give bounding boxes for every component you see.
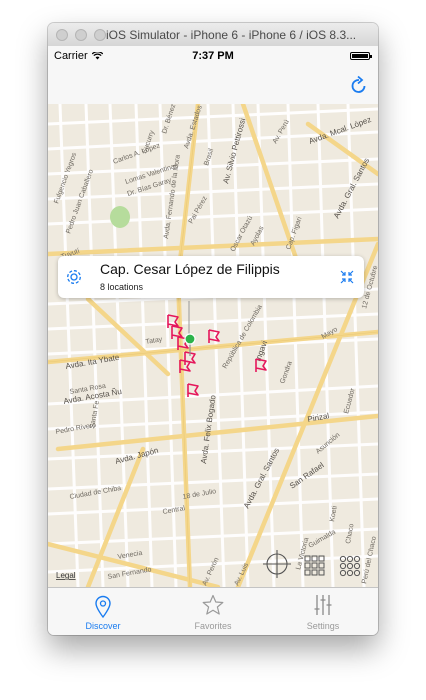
tab-label: Settings [306, 621, 340, 631]
tab-discover[interactable]: Discover [48, 588, 158, 635]
callout-subtitle: 8 locations [100, 282, 144, 292]
park-area [110, 206, 130, 228]
minimize-window-button[interactable] [75, 29, 87, 41]
zoom-window-button[interactable] [94, 29, 106, 41]
tab-bar: Discover Favorites Settings [48, 587, 378, 635]
clock-label: 7:37 PM [192, 50, 234, 62]
gear-icon[interactable] [64, 267, 84, 287]
user-location-icon[interactable] [184, 333, 196, 345]
map-view[interactable]: Carlos A. López Sucurry Lomas Valentinas… [48, 104, 378, 587]
navigation-bar [48, 66, 378, 105]
star-icon [202, 594, 224, 615]
map-canvas[interactable]: Carlos A. López Sucurry Lomas Valentinas… [48, 104, 378, 587]
refresh-icon[interactable] [350, 75, 368, 95]
tab-label: Favorites [194, 621, 232, 631]
callout-title: Cap. Cesar López de Filippis [100, 261, 280, 277]
window-titlebar: iOS Simulator - iPhone 6 - iPhone 6 / iO… [48, 23, 378, 47]
status-bar: Carrier 7:37 PM [48, 46, 378, 66]
location-callout[interactable]: Cap. Cesar López de Filippis 8 locations [58, 256, 364, 298]
tab-favorites[interactable]: Favorites [158, 588, 268, 635]
tab-settings[interactable]: Settings [268, 588, 378, 635]
sliders-icon [314, 595, 332, 615]
simulator-window: iOS Simulator - iPhone 6 - iPhone 6 / iO… [48, 23, 378, 635]
tab-label: Discover [85, 621, 121, 631]
battery-icon [350, 52, 372, 60]
close-window-button[interactable] [56, 29, 68, 41]
collapse-arrows-icon[interactable] [340, 270, 354, 284]
window-title: iOS Simulator - iPhone 6 - iPhone 6 / iO… [106, 28, 357, 42]
legal-link[interactable]: Legal [56, 571, 76, 580]
location-pin-icon [95, 595, 111, 619]
